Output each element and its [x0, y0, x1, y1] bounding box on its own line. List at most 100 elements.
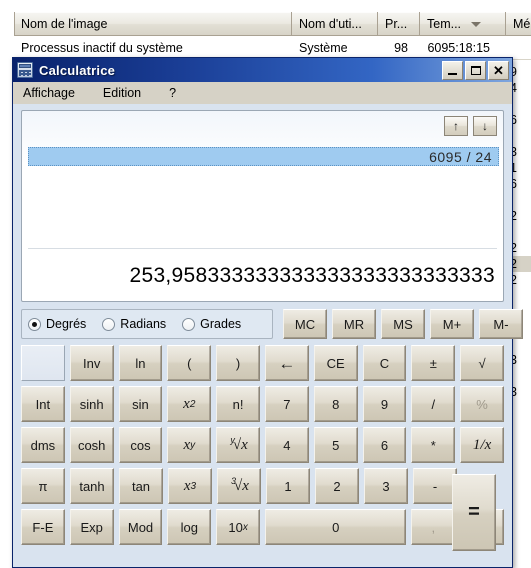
percent-button[interactable]: % — [460, 386, 504, 422]
keypad: Inv ln() ← CE C ± √ Int sinh sin x 2 n! 7 8 9/% dms cosh c… — [21, 345, 505, 545]
equals-button[interactable]: = — [452, 474, 496, 551]
y-root-x-button[interactable]: y √x — [216, 427, 260, 463]
mod-button[interactable]: Mod — [118, 509, 163, 545]
memory-m-button[interactable]: M+ — [430, 309, 474, 339]
digit-0-button[interactable]: 0 — [265, 509, 407, 545]
column-header-label: Nom de l'image — [21, 17, 108, 31]
table-cell: 6095:18:15 — [427, 40, 490, 55]
cos-button[interactable]: cos — [118, 427, 163, 463]
radio-indicator-icon[interactable] — [102, 317, 116, 331]
menu-item-0[interactable]: Affichage — [21, 84, 87, 102]
memory-m-button[interactable]: M- — [479, 309, 523, 339]
radio-grades[interactable]: Grades — [182, 317, 241, 331]
memory-button-group: MC MR MS M+ M- — [283, 309, 523, 339]
angle-mode-group: Degrés Radians Grades — [21, 309, 273, 339]
ten-power-x-button[interactable]: 10 x — [216, 509, 261, 545]
sign-button[interactable]: ± — [411, 345, 456, 381]
radio-radians[interactable]: Radians — [102, 317, 166, 331]
digit-3-button[interactable]: 3 — [364, 468, 408, 504]
cosh-button[interactable]: cosh — [69, 427, 114, 463]
memory-ms-button[interactable]: MS — [381, 309, 425, 339]
factorial-button[interactable]: n! — [216, 386, 260, 422]
sqrt-button[interactable]: √ — [460, 345, 504, 381]
table-cell — [506, 36, 531, 59]
radio-indicator-icon[interactable] — [28, 317, 41, 331]
pi-button[interactable]: π — [21, 468, 65, 504]
column-header-1[interactable]: Nom d'uti... — [292, 12, 378, 36]
column-header-3[interactable]: Tem... — [420, 12, 506, 36]
sinh-button[interactable]: sinh — [69, 386, 114, 422]
clear-button[interactable]: C — [362, 345, 407, 381]
radio-label: Degrés — [46, 317, 87, 331]
calculator-window: Calculatrice ✕ Affichage Edition? ↑ ↓ 609… — [12, 57, 523, 568]
scroll-down-button[interactable]: ↓ — [473, 116, 497, 136]
multiply-button[interactable]: * — [411, 427, 456, 463]
exp-button[interactable]: Exp — [69, 509, 114, 545]
menu-item-1[interactable]: Edition — [101, 84, 153, 102]
tan-button[interactable]: tan — [119, 468, 163, 504]
radio-indicator-icon[interactable] — [182, 317, 196, 331]
digit-6-button[interactable]: 6 — [362, 427, 407, 463]
screen: Nom de l'image Nom d'uti... Pr... Tem... Mér… — [0, 0, 531, 568]
radio-label: Grades — [200, 317, 242, 331]
decimal-separator-button[interactable]: , — [411, 509, 456, 545]
subtract-button[interactable]: - — [413, 468, 457, 504]
table-cell: Processus inactif du système — [21, 40, 183, 55]
history-panel[interactable]: ↑ ↓ 6095 / 24 — [22, 111, 503, 251]
x-squared-button[interactable]: x2 — [167, 386, 212, 422]
digit-1-button[interactable]: 1 — [266, 468, 310, 504]
dms-button[interactable]: dms — [21, 427, 65, 463]
x-power-y-button[interactable]: xy — [167, 427, 212, 463]
backspace-button[interactable]: ← — [264, 345, 309, 381]
calculator-title-bar[interactable]: Calculatrice ✕ — [13, 58, 512, 82]
column-header-2[interactable]: Pr... — [378, 12, 420, 36]
column-header-label: Tem... — [427, 17, 462, 31]
digit-4-button[interactable]: 4 — [264, 427, 309, 463]
divide-button[interactable]: / — [411, 386, 456, 422]
digit-5-button[interactable]: 5 — [313, 427, 358, 463]
task-manager-column-headers[interactable]: Nom de l'image Nom d'uti... Pr... Tem... Mér — [14, 12, 531, 36]
minimize-button[interactable] — [442, 60, 463, 80]
table-cell: Système — [299, 40, 348, 55]
open-paren-button[interactable]: ( — [167, 345, 212, 381]
close-paren-button[interactable]: ) — [216, 345, 260, 381]
maximize-button[interactable] — [465, 60, 486, 80]
blank-key — [21, 345, 65, 381]
keypad-row-0: Inv ln() ← CE C ± √ — [21, 345, 504, 381]
scroll-up-button[interactable]: ↑ — [444, 116, 468, 136]
x-cubed-button[interactable]: x3 — [168, 468, 212, 504]
close-button[interactable]: ✕ — [488, 60, 509, 80]
display-panel: ↑ ↓ 6095 / 24 253,9583333333333333333333… — [21, 110, 504, 302]
maximize-icon — [470, 65, 481, 75]
menu-item-2[interactable]: ? — [167, 84, 188, 102]
reciprocal-button[interactable]: 1/x — [460, 427, 504, 463]
window-title: Calculatrice — [39, 62, 116, 78]
column-header-0[interactable]: Nom de l'image — [14, 12, 292, 36]
cube-root-button[interactable]: 3 √x — [217, 468, 261, 504]
history-scroll-buttons: ↑ ↓ — [444, 116, 497, 136]
minimize-icon — [448, 72, 457, 75]
column-header-4[interactable]: Mér — [506, 12, 531, 36]
log-button[interactable]: log — [167, 509, 212, 545]
inv-button[interactable]: Inv — [69, 345, 114, 381]
tanh-button[interactable]: tanh — [70, 468, 114, 504]
memory-mc-button[interactable]: MC — [283, 309, 327, 339]
sort-descending-icon — [471, 21, 482, 27]
digit-2-button[interactable]: 2 — [315, 468, 359, 504]
history-entry[interactable]: 6095 / 24 — [28, 147, 499, 166]
int-button[interactable]: Int — [21, 386, 65, 422]
calculator-body: ↑ ↓ 6095 / 24 253,9583333333333333333333… — [13, 104, 523, 567]
column-header-label: Nom d'uti... — [299, 17, 362, 31]
keypad-row-1: Int sinh sin x 2 n! 7 8 9/% — [21, 386, 504, 422]
sin-button[interactable]: sin — [118, 386, 163, 422]
memory-mr-button[interactable]: MR — [332, 309, 376, 339]
column-header-label: Pr... — [385, 17, 408, 31]
digit-8-button[interactable]: 8 — [313, 386, 358, 422]
fe-button[interactable]: F-E — [21, 509, 65, 545]
clear-entry-button[interactable]: CE — [313, 345, 358, 381]
digit-7-button[interactable]: 7 — [264, 386, 309, 422]
radio-label: Radians — [120, 317, 167, 331]
digit-9-button[interactable]: 9 — [362, 386, 407, 422]
radio-degrés[interactable]: Degrés — [28, 317, 86, 331]
ln-button[interactable]: ln — [118, 345, 163, 381]
